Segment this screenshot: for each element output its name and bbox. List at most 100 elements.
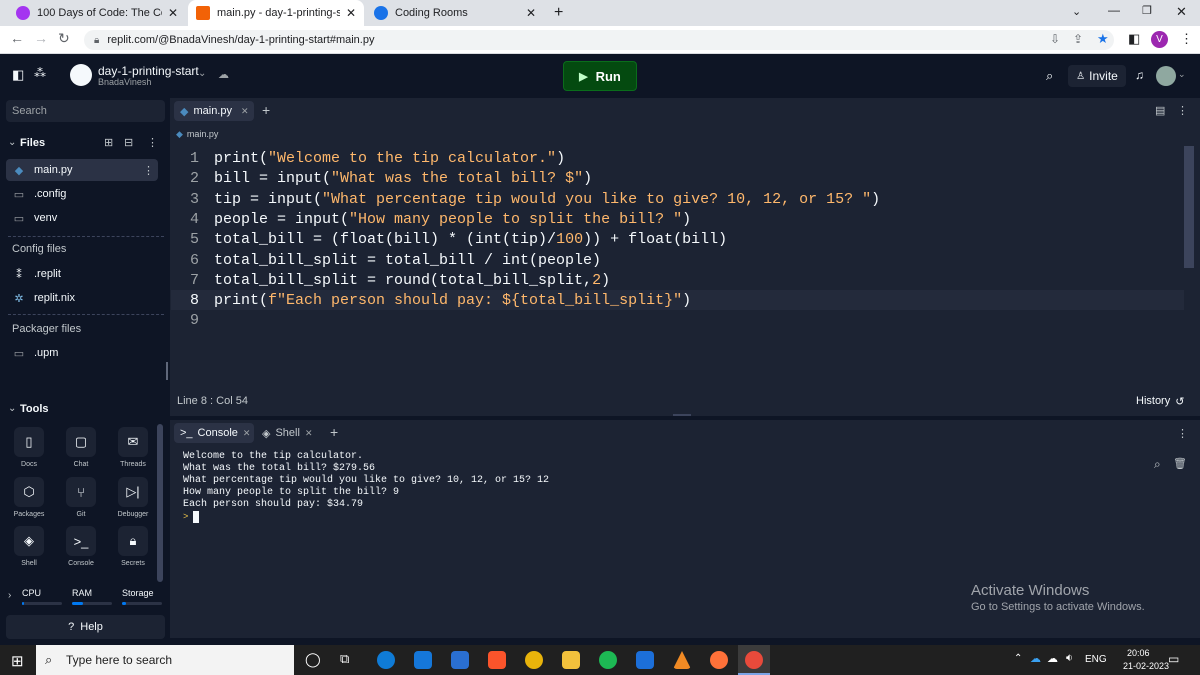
resize-handle[interactable]	[166, 362, 168, 380]
chrome-icon[interactable]	[525, 651, 543, 669]
notification-icon[interactable]: ▭	[1168, 652, 1179, 666]
close-icon[interactable]: ✕	[305, 428, 313, 439]
tool-shell[interactable]: ◈ Shell	[6, 526, 52, 567]
search-input[interactable]: Search	[6, 100, 165, 122]
sidebar-toggle-icon[interactable]: ◧	[12, 67, 24, 83]
invite-button[interactable]: ♙ Invite	[1068, 65, 1126, 87]
tool-console[interactable]: >_ Console	[58, 526, 104, 567]
language-indicator[interactable]: ENG	[1085, 654, 1107, 665]
chevron-down-icon[interactable]: ⌄	[1178, 69, 1186, 80]
scrollbar[interactable]	[157, 424, 163, 582]
edge-icon[interactable]	[377, 651, 395, 669]
store-icon[interactable]	[636, 651, 654, 669]
tool-secrets[interactable]: 🔒︎ Secrets	[110, 526, 156, 567]
bookmark-star-icon[interactable]: ★	[1097, 31, 1109, 47]
more-icon[interactable]: ⋮	[147, 136, 158, 149]
search-icon[interactable]: ⌕	[1154, 457, 1161, 472]
file-item-upm[interactable]: ▭ .upm	[6, 342, 158, 364]
close-icon[interactable]: ✕	[346, 6, 356, 20]
url-field[interactable]: 🔒︎ replit.com/@BnadaVinesh/day-1-printin…	[84, 30, 1114, 50]
profile-avatar[interactable]: V	[1151, 31, 1168, 48]
code-line[interactable]: tip = input("What percentage tip would y…	[214, 191, 880, 208]
onedrive-icon[interactable]: ☁	[1030, 652, 1041, 665]
file-item-main-py[interactable]: ◆ main.py ⋮	[6, 159, 158, 181]
brave-icon[interactable]	[488, 651, 506, 669]
add-tab-icon[interactable]: +	[330, 424, 338, 440]
cortana-icon[interactable]: ◯	[305, 651, 321, 668]
help-button[interactable]: ? Help	[6, 615, 165, 639]
forward-icon[interactable]: →	[34, 30, 48, 46]
minimize-icon[interactable]: —	[1108, 3, 1120, 17]
firefox-icon[interactable]	[710, 651, 728, 669]
chevron-right-icon[interactable]: ›	[8, 590, 11, 601]
tool-docs[interactable]: ▯ Docs	[6, 427, 52, 468]
browser-tab-replit[interactable]: main.py - day-1-printing-start - R ✕	[188, 0, 364, 26]
tab-shell[interactable]: ◈ Shell ✕	[262, 423, 312, 443]
tab-search-icon[interactable]: ⌄	[1072, 5, 1081, 18]
code-line[interactable]: total_bill = (float(bill) * (int(tip)/10…	[214, 231, 727, 248]
files-section-title[interactable]: Files	[20, 137, 45, 149]
back-icon[interactable]: ←	[10, 30, 24, 46]
tab-main-py[interactable]: ◆ main.py ✕	[174, 101, 254, 121]
window-close-icon[interactable]: ✕	[1176, 4, 1187, 20]
code-line[interactable]: people = input("How many people to split…	[214, 211, 691, 228]
close-icon[interactable]: ✕	[526, 6, 536, 20]
code-line[interactable]: total_bill_split = round(total_bill_spli…	[214, 272, 610, 289]
trash-icon[interactable]: 🗑︎	[1173, 457, 1187, 470]
file-item-config[interactable]: ▭ .config	[6, 183, 158, 205]
code-line[interactable]: print(f"Each person should pay: ${total_…	[214, 292, 691, 309]
spotify-icon[interactable]	[599, 651, 617, 669]
console-prompt-line[interactable]: >	[183, 511, 200, 523]
chrome-active-taskbar-button[interactable]	[738, 645, 770, 675]
layout-icon[interactable]: ▤	[1155, 104, 1165, 117]
pane-resize-handle[interactable]	[673, 414, 691, 416]
close-icon[interactable]: ✕	[168, 6, 178, 20]
chevron-down-icon[interactable]: ⌄	[198, 68, 206, 79]
tray-chevron-icon[interactable]: ⌃	[1014, 653, 1022, 664]
more-icon[interactable]: ⋮	[1177, 104, 1188, 117]
history-button[interactable]: History ↺	[1136, 395, 1184, 408]
share-icon[interactable]: ⇪	[1073, 32, 1083, 46]
tool-packages[interactable]: ⬡ Packages	[6, 477, 52, 518]
chevron-down-icon[interactable]: ⌄	[8, 137, 16, 148]
cloud-icon[interactable]: ☁	[1047, 652, 1058, 665]
add-tab-icon[interactable]: +	[262, 102, 270, 118]
clock-date[interactable]: 21-02-2023	[1123, 661, 1169, 671]
file-explorer-icon[interactable]	[562, 651, 580, 669]
new-file-icon[interactable]: ⊞	[104, 136, 113, 149]
file-item-replit[interactable]: ⁑ .replit	[6, 263, 158, 285]
restore-icon[interactable]: ❐	[1142, 4, 1152, 17]
bell-icon[interactable]: ♫	[1135, 68, 1144, 82]
mail-icon[interactable]	[414, 651, 432, 669]
windows-start-icon[interactable]: ⊞	[11, 652, 24, 670]
new-tab-icon[interactable]: +	[554, 4, 563, 22]
menu-kebab-icon[interactable]: ⋮	[1180, 31, 1193, 47]
volume-icon[interactable]: 🔉︎	[1066, 652, 1073, 665]
repl-name[interactable]: day-1-printing-start	[98, 64, 199, 78]
user-avatar[interactable]	[1156, 66, 1176, 86]
tab-console[interactable]: >_ Console ✕	[174, 423, 254, 443]
code-line[interactable]: bill = input("What was the total bill? $…	[214, 170, 592, 187]
code-line[interactable]: total_bill_split = total_bill / int(peop…	[214, 252, 601, 269]
tool-chat[interactable]: ▢ Chat	[58, 427, 104, 468]
run-button[interactable]: ▶ Run	[563, 61, 637, 91]
code-editor[interactable]: 1 print("Welcome to the tip calculator.")…	[171, 146, 1184, 392]
file-item-venv[interactable]: ▭ venv	[6, 207, 158, 229]
browser-tab-udemy[interactable]: 100 Days of Code: The Complete ✕	[8, 0, 186, 26]
new-folder-icon[interactable]: ⊟	[124, 136, 133, 149]
close-icon[interactable]: ✕	[241, 106, 249, 117]
taskbar-search-input[interactable]: ⌕ Type here to search	[36, 645, 294, 675]
tool-threads[interactable]: ✉ Threads	[110, 427, 156, 468]
replit-menu-icon[interactable]: ⁂	[34, 66, 46, 80]
install-icon[interactable]: ⇩	[1050, 32, 1060, 46]
console-output[interactable]: Welcome to the tip calculator. What was …	[183, 451, 549, 511]
task-view-icon[interactable]: ⧉	[340, 651, 349, 667]
editor-scrollbar[interactable]	[1184, 146, 1194, 268]
browser-tab-codingrooms[interactable]: Coding Rooms ✕	[366, 0, 544, 26]
repl-owner[interactable]: BnadaVinesh	[98, 77, 151, 87]
clock-time[interactable]: 20:06	[1127, 648, 1150, 658]
file-item-replit-nix[interactable]: ✲ replit.nix	[6, 287, 158, 309]
more-icon[interactable]: ⋮	[1177, 427, 1188, 440]
tools-section-title[interactable]: Tools	[20, 403, 49, 415]
close-icon[interactable]: ✕	[243, 428, 251, 439]
